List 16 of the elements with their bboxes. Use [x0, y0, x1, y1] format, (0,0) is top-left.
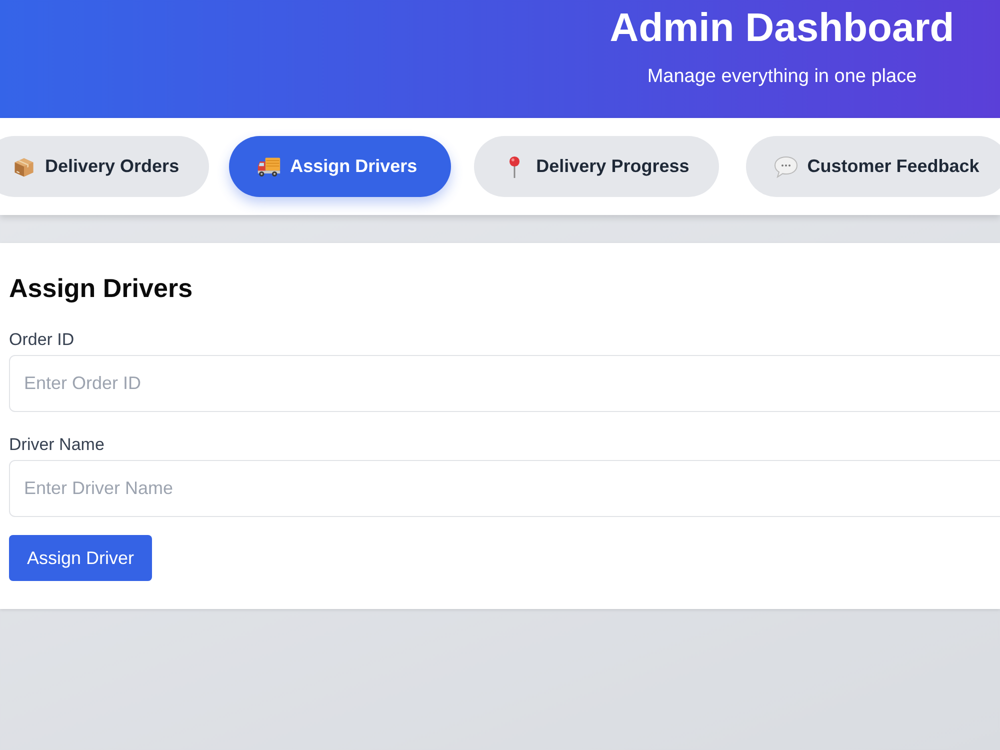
field-label: Order ID [9, 329, 74, 351]
nav-tab[interactable]: Delivery Progress [474, 136, 720, 197]
truck-icon [257, 156, 282, 178]
nav-tab[interactable]: Delivery Orders [0, 136, 210, 197]
box-icon [12, 156, 36, 178]
speech-bubble-icon [774, 156, 798, 178]
text-input-field[interactable]: Enter Order ID [9, 355, 1000, 412]
page-subtitle: Manage everything in one place [647, 65, 917, 89]
text-input-field[interactable]: Enter Driver Name [9, 460, 1000, 517]
field-label: Driver Name [9, 434, 104, 456]
section-heading: Assign Drivers [9, 272, 194, 305]
assign-driver-button[interactable]: Assign Driver [9, 535, 152, 581]
page-title: Admin Dashboard [610, 5, 954, 51]
nav-tab[interactable]: Assign Drivers [229, 136, 452, 197]
pushpin-icon [508, 156, 522, 178]
nav-tab[interactable]: Customer Feedback [746, 136, 1000, 197]
